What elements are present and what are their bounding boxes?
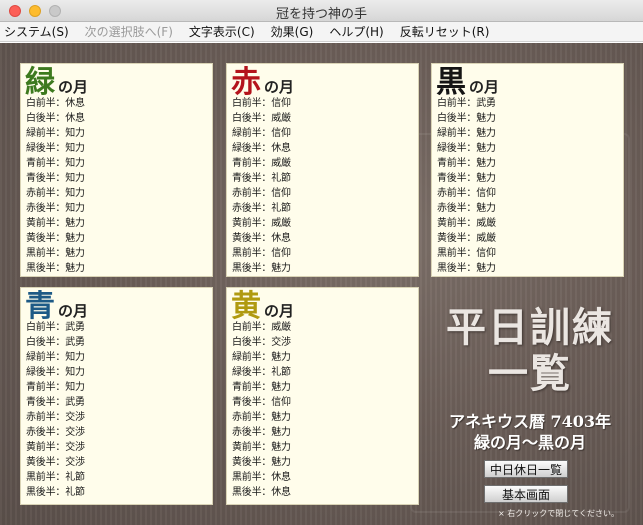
training-row: 白前半：威厳 (232, 322, 291, 333)
month-kanji: 緑 (25, 65, 55, 100)
training-row: 白前半：武勇 (26, 322, 85, 333)
panel-black-month: 黒 の月 白前半：武勇 白後半：魅力 緑前半：魅力 緑後半：魅力 青前半：魅力 青後半：魅… (431, 63, 624, 277)
month-kanji: 赤 (231, 65, 261, 100)
training-row: 赤後半：魅力 (437, 203, 496, 214)
training-row: 黄後半：魅力 (26, 233, 85, 244)
training-row: 白後半：武勇 (26, 337, 85, 348)
panel-green-month: 緑 の月 白前半：休息 白後半：休息 緑前半：知力 緑後半：知力 青前半：知力 青後半：知… (20, 63, 213, 277)
training-list: 白前半：武勇 白後半：武勇 緑前半：知力 緑後半：知力 青前半：知力 青後半：武勇 赤前半：… (26, 320, 85, 500)
training-row: 黄前半：交渉 (26, 442, 85, 453)
menu-effects[interactable]: 効果(G) (271, 23, 314, 40)
training-row: 赤後半：知力 (26, 203, 85, 214)
training-row: 黒後半：魅力 (26, 263, 85, 274)
training-row: 赤前半：交渉 (26, 412, 85, 423)
holiday-list-button[interactable]: 中日休日一覧 (484, 460, 568, 478)
training-list: 白前半：威厳 白後半：交渉 緑前半：魅力 緑後半：礼節 青前半：魅力 青後半：信仰 赤前半：… (232, 320, 291, 500)
training-row: 青前半：魅力 (232, 382, 291, 393)
training-row: 黄前半：威厳 (232, 218, 291, 229)
training-row: 緑前半：知力 (26, 352, 85, 363)
training-row: 黄後半：交渉 (26, 457, 85, 468)
training-row: 緑前半：魅力 (232, 352, 291, 363)
training-list: 白前半：武勇 白後半：魅力 緑前半：魅力 緑後半：魅力 青前半：魅力 青後半：魅力 赤前半：… (437, 96, 496, 276)
training-row: 緑後半：知力 (26, 143, 85, 154)
menu-help[interactable]: ヘルプ(H) (329, 23, 383, 40)
panel-header: 青 の月 (25, 288, 88, 324)
training-row: 白前半：信仰 (232, 98, 291, 109)
training-row: 赤前半：信仰 (437, 188, 496, 199)
menu-bar: システム(S) 次の選択肢へ(F) 文字表示(C) 効果(G) ヘルプ(H) 反… (0, 22, 643, 42)
period-months: 緑の月～黒の月 (473, 433, 586, 452)
panel-header: 黒 の月 (436, 64, 499, 100)
training-row: 青前半：知力 (26, 382, 85, 393)
menu-reverse-reset[interactable]: 反転リセット(R) (400, 23, 490, 40)
training-row: 緑前半：信仰 (232, 128, 291, 139)
overview-title-line2: 一覧 (488, 350, 572, 397)
panel-red-month: 赤 の月 白前半：信仰 白後半：威厳 緑前半：信仰 緑後半：休息 青前半：威厳 青後半：礼… (226, 63, 419, 277)
training-row: 黄前半：威厳 (437, 218, 496, 229)
training-row: 緑後半：休息 (232, 143, 291, 154)
training-row: 黒後半：休息 (232, 487, 291, 498)
training-row: 白後半：休息 (26, 113, 85, 124)
training-row: 赤後半：礼節 (232, 203, 291, 214)
training-list: 白前半：休息 白後半：休息 緑前半：知力 緑後半：知力 青前半：知力 青後半：知力 赤前半：… (26, 96, 85, 276)
menu-system[interactable]: システム(S) (4, 23, 69, 40)
overview-title-line1: 平日訓練 (446, 304, 614, 351)
training-row: 青前半：魅力 (437, 158, 496, 169)
period-calendar: アネキウス暦 7403年 (448, 412, 612, 431)
training-row: 黄前半：魅力 (232, 442, 291, 453)
training-row: 赤前半：知力 (26, 188, 85, 199)
training-row: 赤後半：魅力 (232, 427, 291, 438)
training-row: 赤前半：魅力 (232, 412, 291, 423)
training-row: 白後半：交渉 (232, 337, 291, 348)
training-row: 黄後半：休息 (232, 233, 291, 244)
panel-blue-month: 青 の月 白前半：武勇 白後半：武勇 緑前半：知力 緑後半：知力 青前半：知力 青後半：武… (20, 287, 213, 505)
training-row: 緑前半：魅力 (437, 128, 496, 139)
training-row: 黒前半：礼節 (26, 472, 85, 483)
training-row: 赤前半：信仰 (232, 188, 291, 199)
training-row: 白後半：威厳 (232, 113, 291, 124)
panel-header: 黄 の月 (231, 288, 294, 324)
training-row: 緑後半：知力 (26, 367, 85, 378)
close-hint: × 右クリックで閉じてください。 (498, 509, 620, 518)
training-list: 白前半：信仰 白後半：威厳 緑前半：信仰 緑後半：休息 青前半：威厳 青後半：礼節 赤前半：… (232, 96, 291, 276)
main-screen-button[interactable]: 基本画面 (484, 485, 568, 503)
title-bar: 冠を持つ神の手 (0, 0, 643, 22)
training-row: 白後半：魅力 (437, 113, 496, 124)
training-row: 黄後半：威厳 (437, 233, 496, 244)
training-row: 黒前半：信仰 (437, 248, 496, 259)
training-row: 白前半：武勇 (437, 98, 496, 109)
training-row: 黄後半：魅力 (232, 457, 291, 468)
panel-header: 緑 の月 (25, 64, 88, 100)
panel-yellow-month: 黄 の月 白前半：威厳 白後半：交渉 緑前半：魅力 緑後半：礼節 青前半：魅力 青後半：信… (226, 287, 419, 505)
training-row: 黄前半：魅力 (26, 218, 85, 229)
window-title: 冠を持つ神の手 (275, 7, 367, 22)
training-row: 黒後半：魅力 (232, 263, 291, 274)
training-row: 黒前半：魅力 (26, 248, 85, 259)
training-row: 白前半：休息 (26, 98, 85, 109)
menu-text-display[interactable]: 文字表示(C) (189, 23, 255, 40)
training-row: 黒前半：信仰 (232, 248, 291, 259)
training-row: 黒後半：礼節 (26, 487, 85, 498)
month-kanji: 青 (25, 289, 55, 324)
training-row: 黒後半：魅力 (437, 263, 496, 274)
training-row: 青後半：武勇 (26, 397, 85, 408)
menu-next-choice[interactable]: 次の選択肢へ(F) (85, 23, 173, 40)
training-row: 青後半：信仰 (232, 397, 291, 408)
training-row: 青後半：礼節 (232, 173, 291, 184)
training-row: 緑後半：礼節 (232, 367, 291, 378)
training-row: 青後半：魅力 (437, 173, 496, 184)
game-canvas: 緑 の月 白前半：休息 白後半：休息 緑前半：知力 緑後半：知力 青前半：知力 青後半：知… (0, 43, 643, 525)
training-row: 青前半：威厳 (232, 158, 291, 169)
training-row: 青後半：知力 (26, 173, 85, 184)
month-kanji: 黄 (231, 289, 261, 324)
training-row: 黒前半：休息 (232, 472, 291, 483)
month-kanji: 黒 (436, 65, 466, 100)
training-row: 青前半：知力 (26, 158, 85, 169)
training-row: 赤後半：交渉 (26, 427, 85, 438)
training-row: 緑前半：知力 (26, 128, 85, 139)
panel-header: 赤 の月 (231, 64, 294, 100)
training-row: 緑後半：魅力 (437, 143, 496, 154)
